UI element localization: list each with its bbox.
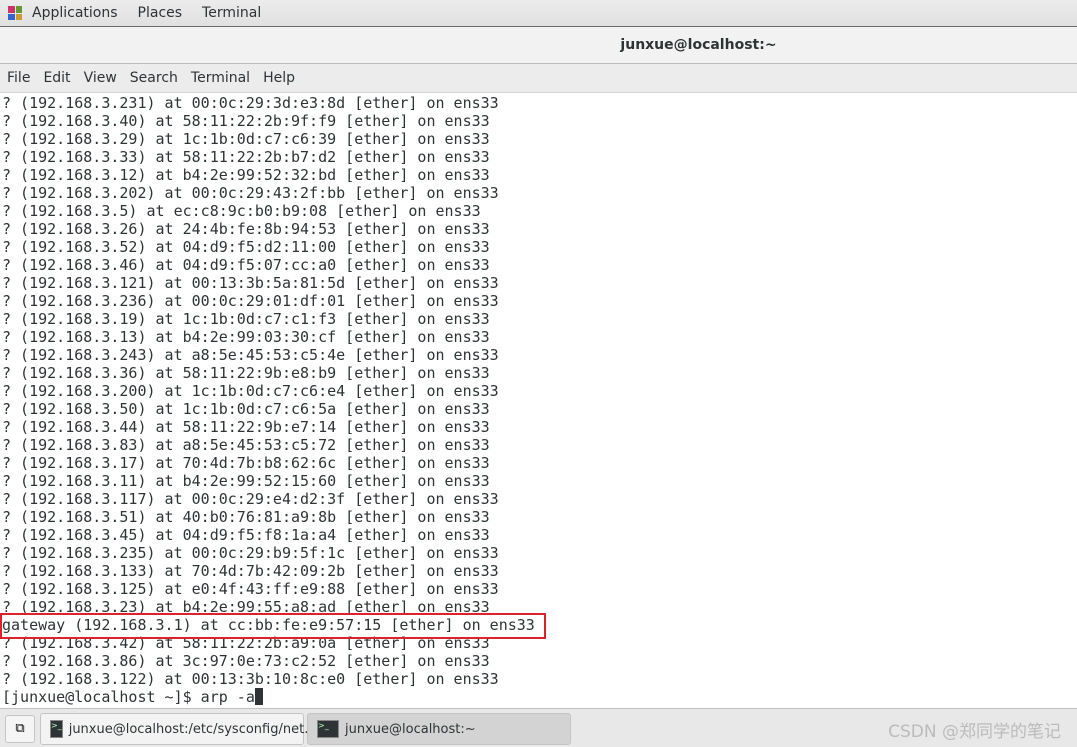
arp-entry: ? (192.168.3.202) at 00:0c:29:43:2f:bb [… (2, 184, 499, 202)
arp-entry: ? (192.168.3.236) at 00:0c:29:01:df:01 [… (2, 292, 499, 310)
arp-entry: ? (192.168.3.46) at 04:d9:f5:07:cc:a0 [e… (2, 256, 490, 274)
window-title: junxue@localhost:~ (620, 37, 777, 53)
watermark: CSDN @郑同学的笔记 (888, 722, 1061, 742)
arp-entry: ? (192.168.3.86) at 3c:97:0e:73:c2:52 [e… (2, 652, 490, 670)
prompt-text: [junxue@localhost ~]$ arp -a (2, 688, 255, 706)
arp-entry: ? (192.168.3.133) at 70:4d:7b:42:09:2b [… (2, 562, 499, 580)
gateway-highlight-box (0, 613, 546, 639)
shell-prompt[interactable]: [junxue@localhost ~]$ arp -a (2, 688, 1077, 706)
arp-entry: ? (192.168.3.243) at a8:5e:45:53:c5:4e [… (2, 346, 499, 364)
arp-entry: ? (192.168.3.36) at 58:11:22:9b:e8:b9 [e… (2, 364, 490, 382)
arp-entry: ? (192.168.3.44) at 58:11:22:9b:e7:14 [e… (2, 418, 490, 436)
arp-entry: ? (192.168.3.40) at 58:11:22:2b:9f:f9 [e… (2, 112, 490, 130)
arp-entry: ? (192.168.3.12) at b4:2e:99:52:32:bd [e… (2, 166, 490, 184)
arp-entry: ? (192.168.3.52) at 04:d9:f5:d2:11:00 [e… (2, 238, 490, 256)
arp-entry: ? (192.168.3.45) at 04:d9:f5:f8:1a:a4 [e… (2, 526, 490, 544)
taskbar: ⧉ >_ junxue@localhost:/etc/sysconfig/net… (0, 708, 1077, 747)
gnome-foot-icon (8, 6, 22, 20)
arp-entry: ? (192.168.3.125) at e0:4f:43:ff:e9:88 [… (2, 580, 499, 598)
arp-entry: ? (192.168.3.13) at b4:2e:99:03:30:cf [e… (2, 328, 490, 346)
arp-entry: ? (192.168.3.121) at 00:13:3b:5a:81:5d [… (2, 274, 499, 292)
arp-entry: ? (192.168.3.26) at 24:4b:fe:8b:94:53 [e… (2, 220, 490, 238)
menu-bar: File Edit View Search Terminal Help (0, 64, 1077, 93)
task-terminal-home[interactable]: >_ junxue@localhost:~ (307, 713, 571, 745)
top-panel: Applications Places Terminal (0, 0, 1077, 27)
menu-edit[interactable]: Edit (37, 70, 76, 86)
arp-entry: ? (192.168.3.50) at 1c:1b:0d:c7:c6:5a [e… (2, 400, 490, 418)
terminal-icon: >_ (50, 720, 63, 738)
applications-menu[interactable]: Applications (22, 5, 128, 21)
task-label: junxue@localhost:~ (345, 721, 476, 737)
task-label: junxue@localhost:/etc/sysconfig/net... (68, 721, 317, 737)
menu-view[interactable]: View (78, 70, 123, 86)
arp-entry: ? (192.168.3.235) at 00:0c:29:b9:5f:1c [… (2, 544, 499, 562)
arp-entry: ? (192.168.3.231) at 00:0c:29:3d:e3:8d [… (2, 94, 499, 112)
terminal-icon: >_ (317, 720, 339, 738)
arp-entry: ? (192.168.3.19) at 1c:1b:0d:c7:c1:f3 [e… (2, 310, 490, 328)
arp-entry: ? (192.168.3.51) at 40:b0:76:81:a9:8b [e… (2, 508, 490, 526)
menu-terminal[interactable]: Terminal (185, 70, 256, 86)
cursor (254, 688, 263, 705)
menu-file[interactable]: File (1, 70, 36, 86)
task-terminal-sysconfig[interactable]: >_ junxue@localhost:/etc/sysconfig/net..… (40, 713, 317, 745)
places-menu[interactable]: Places (128, 5, 193, 21)
arp-entry: ? (192.168.3.11) at b4:2e:99:52:15:60 [e… (2, 472, 490, 490)
arp-entry: ? (192.168.3.5) at ec:c8:9c:b0:b9:08 [et… (2, 202, 481, 220)
arp-entry: ? (192.168.3.117) at 00:0c:29:e4:d2:3f [… (2, 490, 499, 508)
arp-entry: ? (192.168.3.83) at a8:5e:45:53:c5:72 [e… (2, 436, 490, 454)
arp-entry: ? (192.168.3.29) at 1c:1b:0d:c7:c6:39 [e… (2, 130, 490, 148)
menu-help[interactable]: Help (257, 70, 301, 86)
arp-entry: ? (192.168.3.33) at 58:11:22:2b:b7:d2 [e… (2, 148, 490, 166)
menu-search[interactable]: Search (124, 70, 184, 86)
arp-entry: ? (192.168.3.122) at 00:13:3b:10:8c:e0 [… (2, 670, 499, 688)
arp-entry: ? (192.168.3.17) at 70:4d:7b:b8:62:6c [e… (2, 454, 490, 472)
show-desktop-icon[interactable]: ⧉ (5, 715, 35, 743)
window-titlebar[interactable]: junxue@localhost:~ (0, 27, 1077, 64)
terminal-app-menu[interactable]: Terminal (192, 5, 271, 21)
arp-entry: ? (192.168.3.200) at 1c:1b:0d:c7:c6:e4 [… (2, 382, 499, 400)
